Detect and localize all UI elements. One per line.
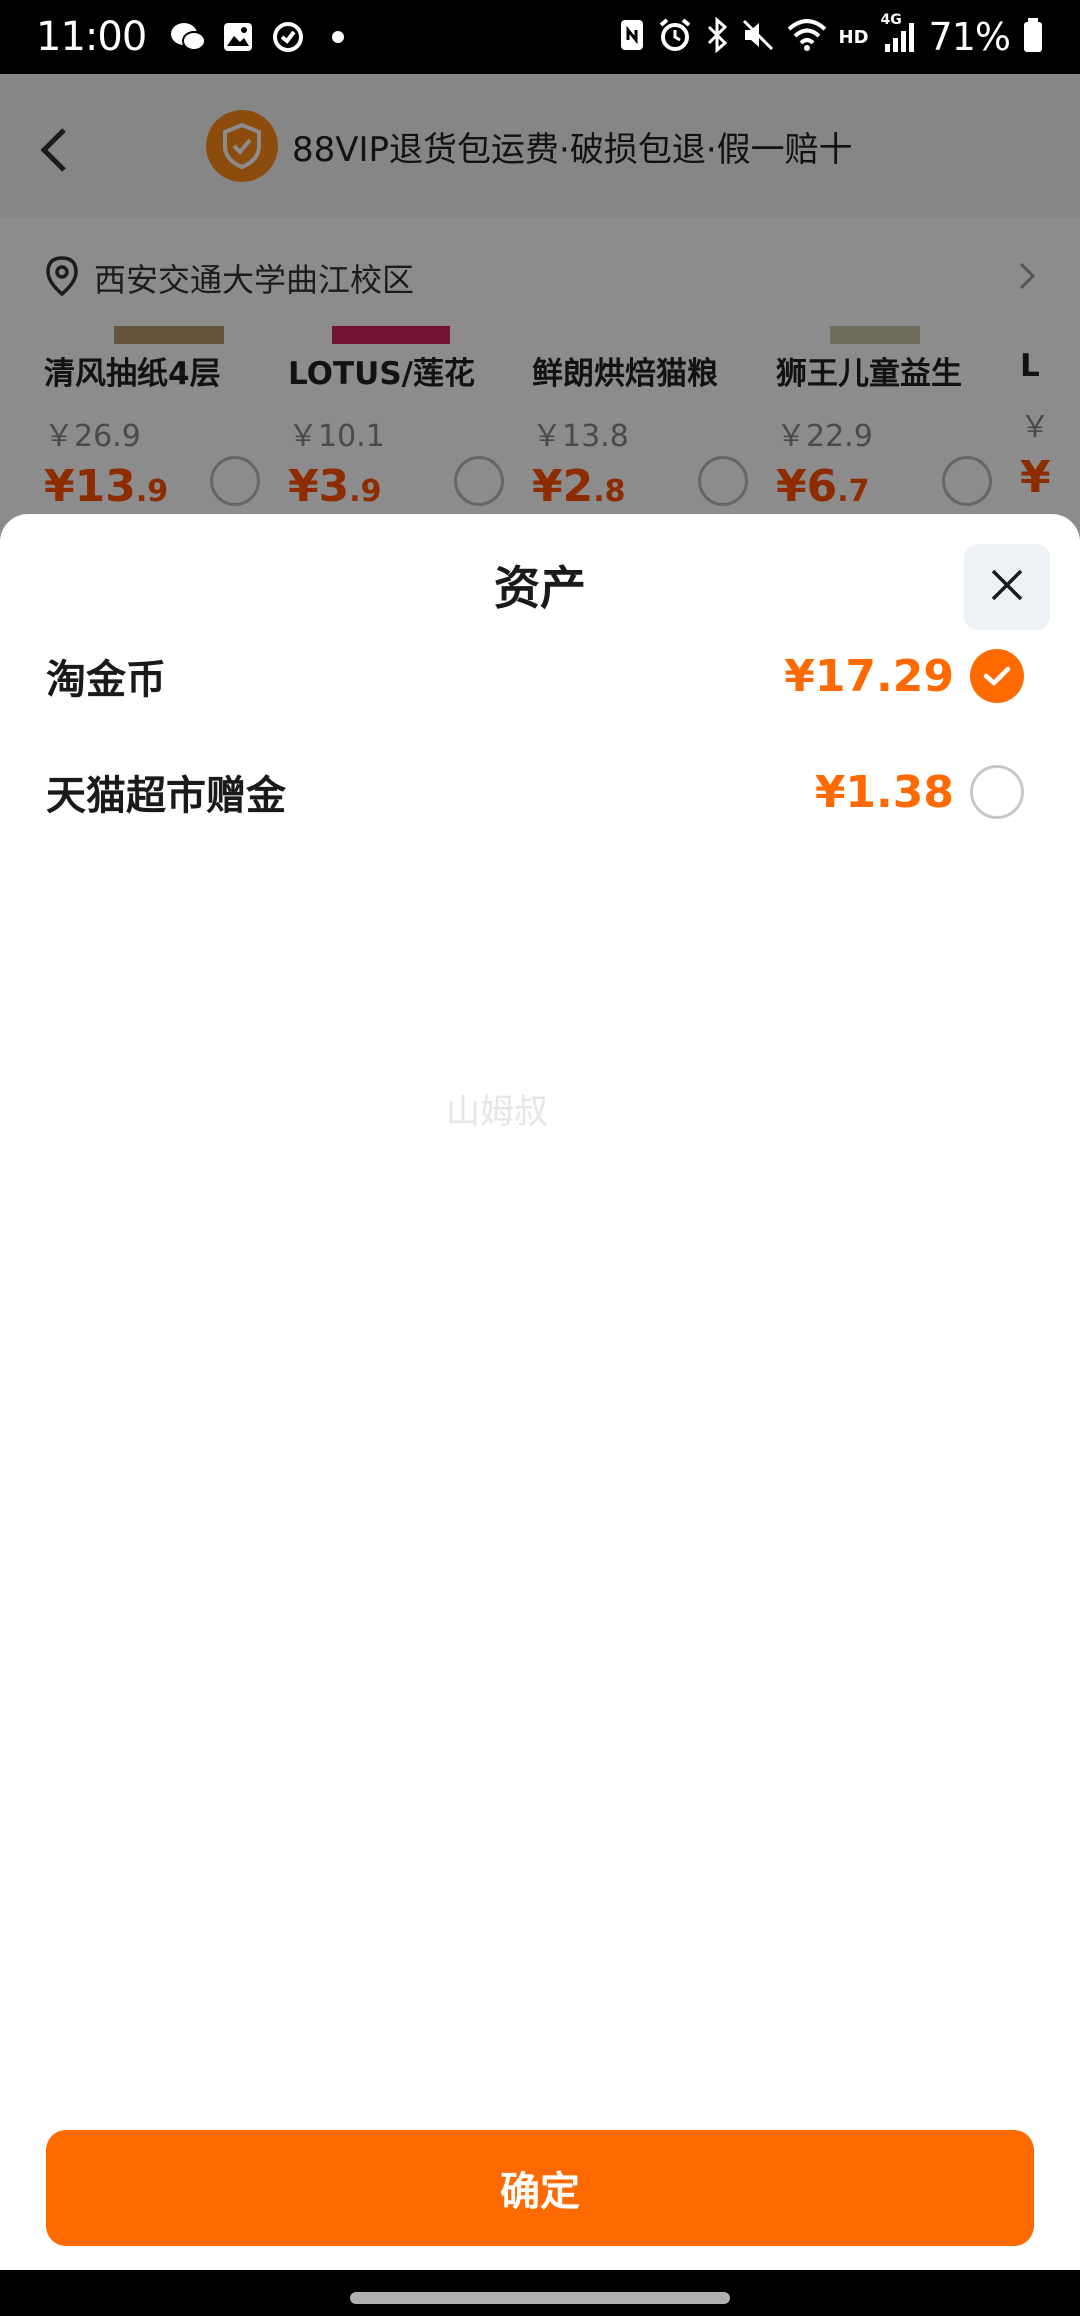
wechat-icon	[168, 17, 208, 57]
close-icon	[987, 565, 1027, 609]
asset-row-taojinbi[interactable]: 淘金币 ¥17.29	[46, 636, 1024, 716]
status-time: 11:00	[36, 14, 147, 60]
bluetooth-icon	[705, 16, 729, 57]
checkmark-circle-icon[interactable]	[970, 649, 1024, 703]
battery-icon	[1022, 17, 1044, 57]
watermark-text: 山姆叔	[446, 1092, 548, 1132]
hd-label: HD	[838, 26, 869, 48]
assets-sheet: 资产 淘金币 ¥17.29 天猫超市赠金 ¥1.38 山姆叔 确定	[0, 514, 1080, 2270]
mute-icon	[741, 18, 775, 56]
radio-unchecked-icon[interactable]	[970, 765, 1024, 819]
asset-label: 天猫超市赠金	[46, 773, 286, 819]
sync-icon	[268, 17, 308, 57]
nfc-icon	[619, 18, 645, 56]
sheet-title: 资产	[494, 561, 586, 615]
asset-row-tmall-gift[interactable]: 天猫超市赠金 ¥1.38	[46, 752, 1024, 832]
close-button[interactable]	[964, 544, 1050, 630]
signal-type-label: 4G	[880, 12, 902, 28]
confirm-button[interactable]: 确定	[46, 2130, 1034, 2246]
home-indicator[interactable]	[350, 2292, 730, 2304]
alarm-icon	[657, 17, 693, 57]
status-bar: 11:00 HD 4G 71%	[0, 0, 1080, 74]
notification-dot-icon	[318, 17, 358, 57]
battery-percent: 71%	[928, 15, 1011, 59]
asset-amount: ¥17.29	[784, 650, 954, 702]
signal-icon: 4G	[881, 12, 917, 54]
gallery-icon	[218, 17, 258, 57]
wifi-icon	[787, 19, 827, 55]
asset-amount: ¥1.38	[814, 766, 954, 818]
asset-label: 淘金币	[46, 657, 166, 703]
